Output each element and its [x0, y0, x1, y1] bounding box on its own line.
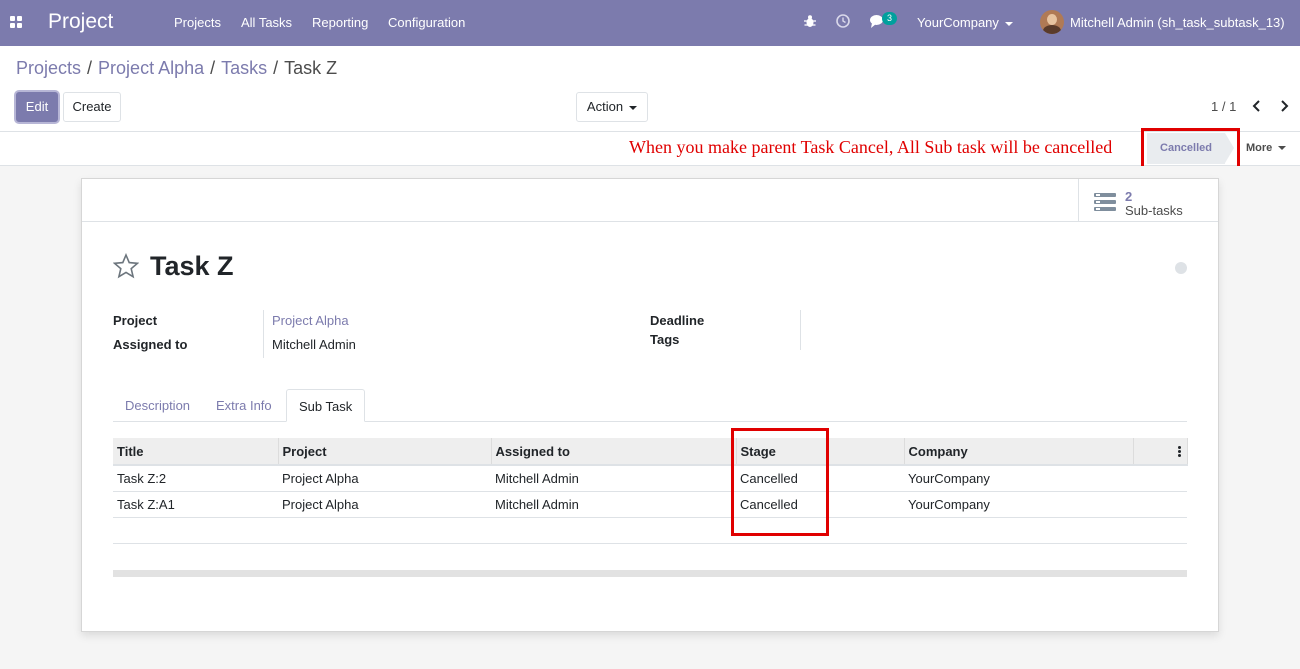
tab-sub-task[interactable]: Sub Task [286, 389, 366, 422]
create-button[interactable]: Create [63, 92, 121, 122]
breadcrumb-separator: / [273, 58, 279, 78]
column-header-assigned-to[interactable]: Assigned to [491, 438, 737, 466]
favorite-star-icon[interactable] [113, 253, 139, 279]
table-header-row: Title Project Assigned to Stage Company [113, 438, 1188, 466]
user-menu[interactable]: Mitchell Admin (sh_task_subtask_13) [1070, 15, 1285, 30]
more-label: More [1246, 142, 1273, 154]
annotation-highlight-stage-column [731, 428, 829, 536]
user-avatar[interactable] [1040, 10, 1064, 34]
subtasks-label: Sub-tasks [1125, 203, 1183, 218]
cell-empty [1133, 491, 1187, 518]
menu-projects[interactable]: Projects [174, 15, 221, 30]
chevron-down-icon [1004, 21, 1013, 26]
cell-title: Task Z:2 [113, 465, 278, 492]
table-row[interactable]: Task Z:A1 Project Alpha Mitchell Admin C… [113, 491, 1187, 518]
more-dropdown[interactable]: More [1246, 142, 1287, 154]
action-label: Action [586, 99, 624, 114]
cell-company: YourCompany [904, 491, 1133, 518]
subtask-table: Title Project Assigned to Stage Company … [113, 438, 1188, 544]
column-header-project[interactable]: Project [278, 438, 492, 466]
cell-assigned-to: Mitchell Admin [491, 491, 736, 518]
empty-row [113, 517, 1187, 544]
menu-all-tasks[interactable]: All Tasks [241, 15, 292, 30]
table-row[interactable]: Task Z:2 Project Alpha Mitchell Admin Ca… [113, 465, 1187, 492]
breadcrumb-tasks[interactable]: Tasks [221, 58, 267, 78]
assigned-to-label: Assigned to [113, 337, 188, 352]
kanban-state-indicator[interactable] [1175, 262, 1187, 274]
cell-title: Task Z:A1 [113, 491, 278, 518]
app-brand[interactable]: Project [48, 10, 113, 34]
breadcrumb-separator: / [210, 58, 216, 78]
pager-next-icon[interactable] [1277, 99, 1291, 113]
breadcrumb-projects[interactable]: Projects [16, 58, 81, 78]
optional-columns-toggle[interactable] [1133, 438, 1188, 466]
breadcrumb-current: Task Z [284, 58, 338, 78]
project-field[interactable]: Project Alpha [272, 313, 349, 328]
apps-menu-icon[interactable] [10, 16, 23, 29]
message-count-badge: 3 [882, 12, 897, 25]
company-name: YourCompany [917, 15, 999, 30]
top-navbar: Project Projects All Tasks Reporting Con… [0, 0, 1300, 46]
cell-empty [1133, 465, 1187, 492]
subtasks-count: 2 [1125, 189, 1133, 204]
menu-configuration[interactable]: Configuration [388, 15, 465, 30]
subtasks-smart-button[interactable]: 2 Sub-tasks [1078, 179, 1218, 222]
deadline-label: Deadline [650, 313, 705, 328]
project-label: Project [113, 313, 158, 328]
tasks-list-icon [1094, 193, 1116, 211]
cell-assigned-to: Mitchell Admin [491, 465, 736, 492]
breadcrumb: Projects / Project Alpha / Tasks / Task Z [16, 58, 337, 79]
debug-bug-icon[interactable] [802, 13, 818, 29]
form-sheet: 2 Sub-tasks Task Z Project Assigned to P… [81, 178, 1219, 632]
annotation-highlight-stage [1141, 128, 1240, 169]
chevron-down-icon [1278, 146, 1287, 151]
pager-value[interactable]: 1 / 1 [1211, 99, 1236, 114]
field-divider [263, 310, 264, 358]
pager-previous-icon[interactable] [1250, 99, 1264, 113]
vertical-dots-icon [1177, 445, 1181, 458]
annotation-note: When you make parent Task Cancel, All Su… [629, 137, 1113, 157]
column-header-title[interactable]: Title [113, 438, 279, 466]
activity-clock-icon[interactable] [835, 13, 851, 29]
cell-project: Project Alpha [278, 465, 491, 492]
tab-extra-info[interactable]: Extra Info [204, 389, 284, 422]
field-divider [800, 310, 801, 350]
action-dropdown[interactable]: Action [576, 92, 648, 122]
assigned-to-field[interactable]: Mitchell Admin [272, 337, 356, 352]
smart-button-box: 2 Sub-tasks [82, 179, 1218, 222]
notebook-tabs: Description Extra Info Sub Task [113, 389, 1187, 422]
tab-description[interactable]: Description [113, 389, 202, 422]
menu-reporting[interactable]: Reporting [312, 15, 368, 30]
task-title[interactable]: Task Z [150, 251, 234, 282]
edit-button[interactable]: Edit [16, 92, 58, 122]
cell-company: YourCompany [904, 465, 1133, 492]
column-header-company[interactable]: Company [904, 438, 1134, 466]
company-switcher[interactable]: YourCompany [917, 15, 1013, 30]
breadcrumb-separator: / [87, 58, 93, 78]
horizontal-scrollbar[interactable] [113, 570, 1187, 577]
chevron-down-icon [629, 105, 638, 110]
tags-label: Tags [650, 332, 680, 347]
breadcrumb-project-alpha[interactable]: Project Alpha [98, 58, 204, 78]
cell-project: Project Alpha [278, 491, 491, 518]
